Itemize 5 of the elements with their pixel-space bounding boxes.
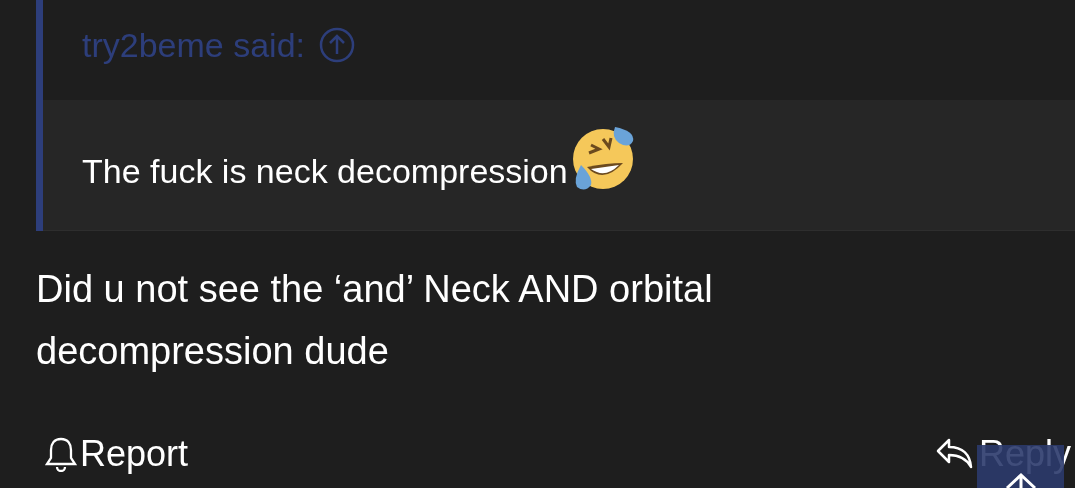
report-link[interactable]: Report	[44, 436, 189, 472]
bell-icon	[44, 436, 78, 472]
quote-text: The fuck is neck decompression	[82, 154, 568, 188]
post-text: Did u not see the ‘and’ Neck AND orbital decompression dude	[36, 267, 714, 374]
up-arrow-icon	[1003, 472, 1038, 488]
